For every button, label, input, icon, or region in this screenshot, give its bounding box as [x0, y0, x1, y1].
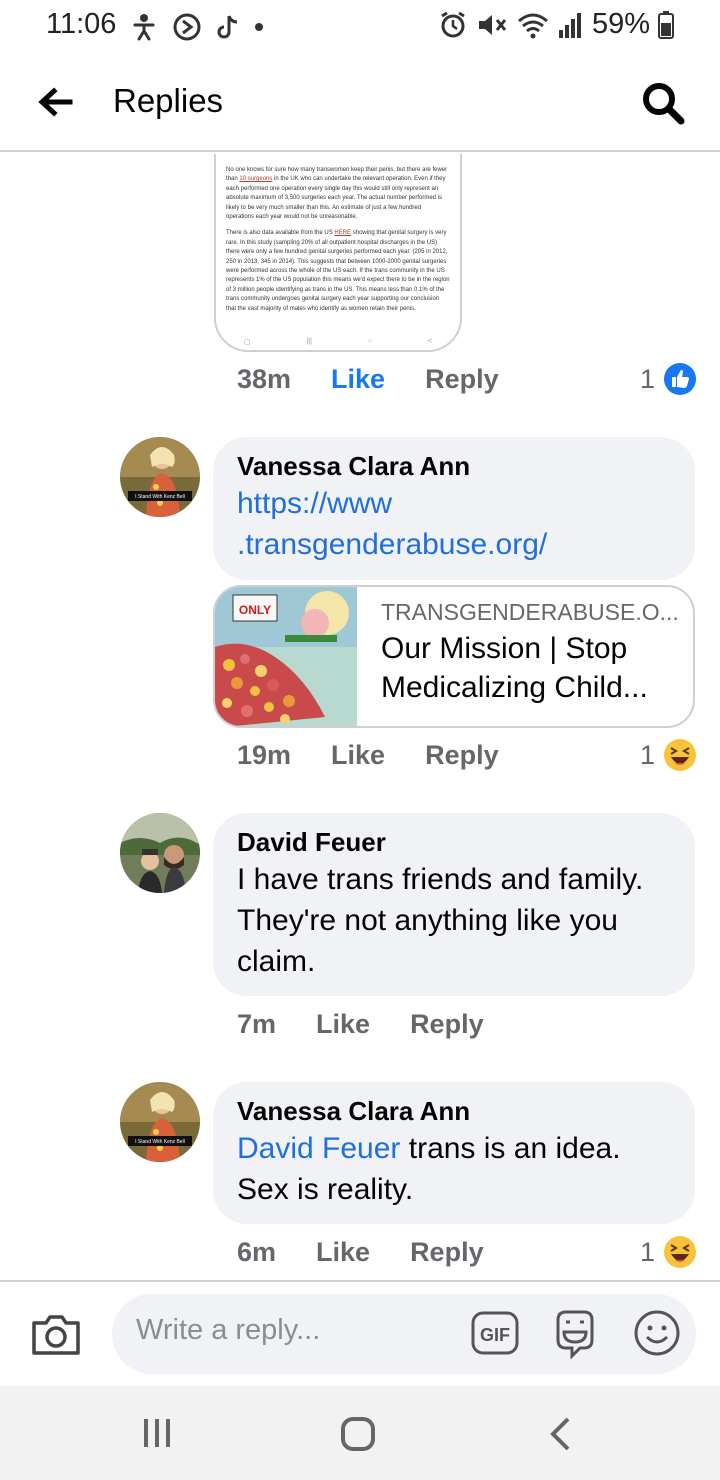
link-preview-card[interactable]: ONLY TRANSGENDERABUSE.O... Our Mission |…: [213, 585, 695, 728]
like-reaction-icon: [664, 363, 697, 395]
reply-composer: Write a reply... GIF: [0, 1280, 720, 1386]
comment-bubble[interactable]: David Feuer I have trans friends and fam…: [213, 813, 695, 996]
image-nav-square-icon: ▢: [243, 339, 251, 346]
comment-bubble[interactable]: Vanessa Clara Ann David Feuer trans is a…: [213, 1082, 695, 1224]
avatar[interactable]: I Stand With Kenz Bell: [120, 1082, 200, 1162]
svg-text:I Stand With Kenz Bell: I Stand With Kenz Bell: [135, 494, 185, 500]
chevron-left-icon: [550, 1417, 570, 1451]
mention-link[interactable]: David Feuer: [237, 1132, 400, 1165]
home-icon: [341, 1417, 375, 1451]
system-nav-bar: [0, 1386, 720, 1480]
avatar-image: I Stand With Kenz Bell: [120, 437, 200, 517]
comment-time: 6m: [237, 1237, 277, 1267]
sticker-icon: [556, 1310, 594, 1360]
avatar[interactable]: I Stand With Kenz Bell: [120, 437, 200, 517]
like-button[interactable]: Like: [316, 1237, 370, 1268]
comment-text-line-1: David Feuer trans is an idea.: [237, 1132, 621, 1165]
attached-image[interactable]: No one knows for sure how many transwome…: [214, 154, 462, 352]
emoji-icon: [634, 1310, 680, 1356]
reply-input-placeholder: Write a reply...: [136, 1314, 321, 1346]
home-button[interactable]: [340, 1416, 376, 1452]
replies-list[interactable]: No one knows for sure how many transwome…: [0, 154, 720, 1280]
sticker-button[interactable]: [550, 1308, 600, 1360]
camera-icon: [32, 1315, 80, 1355]
alarm-icon: [438, 10, 468, 40]
comment-text-line-1: I have trans friends and family.: [237, 863, 644, 896]
comment-text-line-3: claim.: [237, 945, 316, 978]
reaction-count: 1: [640, 1236, 656, 1267]
signal-icon: [558, 10, 584, 40]
comment-link-line-2[interactable]: .transgenderabuse.org/: [237, 524, 671, 565]
reply-input[interactable]: Write a reply... GIF: [112, 1294, 696, 1374]
reply-button[interactable]: Reply: [410, 1009, 484, 1040]
recent-apps-button[interactable]: [140, 1416, 174, 1450]
link-preview-domain: TRANSGENDERABUSE.O...: [381, 599, 679, 625]
reaction-count: 1: [640, 363, 656, 394]
svg-text:I Stand With Kenz Bell: I Stand With Kenz Bell: [135, 1139, 185, 1145]
gif-icon: GIF: [471, 1311, 519, 1355]
avatar[interactable]: [120, 813, 200, 893]
status-time: 11:06: [46, 8, 117, 40]
comment-bubble[interactable]: Vanessa Clara Ann https://www .transgend…: [213, 437, 695, 580]
image-nav-back-icon: <: [427, 338, 433, 345]
avatar-image: [120, 813, 200, 893]
image-paragraph-1: No one knows for sure how many transwome…: [226, 167, 448, 221]
wifi-icon: [516, 10, 550, 40]
system-back-button[interactable]: [548, 1416, 572, 1452]
reaction-summary[interactable]: 1: [640, 738, 697, 772]
reaction-summary[interactable]: 1: [640, 362, 697, 396]
reply-button[interactable]: Reply: [425, 364, 499, 395]
dot-icon: [254, 22, 264, 32]
reaction-summary[interactable]: 1: [640, 1235, 697, 1269]
comment-time: 19m: [237, 740, 292, 770]
recent-apps-icon: [144, 1419, 170, 1447]
comment-author[interactable]: Vanessa Clara Ann: [237, 449, 671, 483]
svg-text:GIF: GIF: [480, 1325, 510, 1345]
assistant-icon: [172, 12, 202, 42]
comment-actions: 7m Like Reply: [237, 1009, 484, 1040]
like-button[interactable]: Like: [331, 740, 385, 771]
reply-button[interactable]: Reply: [410, 1237, 484, 1268]
link-preview-image: ONLY: [215, 587, 357, 726]
comment-actions: 19m Like Reply: [237, 740, 499, 771]
accessibility-icon: [130, 13, 158, 41]
haha-reaction-icon: [664, 1236, 697, 1268]
comment-text-line-2: Sex is reality.: [237, 1173, 414, 1206]
comment-author[interactable]: David Feuer: [237, 825, 671, 859]
search-icon: [643, 83, 685, 125]
comment-time: 38m: [237, 364, 292, 394]
haha-reaction-icon: [664, 739, 697, 771]
comment-text-line-2: They're not anything like you: [237, 904, 618, 937]
link-preview-title: Our Mission | Stop Medicalizing Child...: [381, 632, 648, 704]
comment-time: 7m: [237, 1009, 277, 1039]
back-arrow-icon: [38, 87, 73, 117]
battery-percent: 59%: [591, 8, 650, 40]
like-button[interactable]: Like: [316, 1009, 370, 1040]
tiktok-icon: [216, 13, 240, 41]
camera-button[interactable]: [30, 1309, 82, 1359]
reply-button[interactable]: Reply: [425, 740, 499, 771]
emoji-button[interactable]: [632, 1308, 682, 1358]
comment-author[interactable]: Vanessa Clara Ann: [237, 1094, 671, 1128]
image-nav-home-icon: ○: [367, 338, 373, 345]
comment-actions: 6m Like Reply: [237, 1237, 484, 1268]
like-button[interactable]: Like: [331, 364, 385, 395]
image-nav-bar: ▢ ||| ○ <: [216, 338, 460, 346]
image-paragraph-2: There is also data available from the US…: [226, 230, 450, 312]
app-header: Replies: [0, 52, 720, 152]
page-title: Replies: [113, 82, 224, 119]
avatar-image: I Stand With Kenz Bell: [120, 1082, 200, 1162]
search-button[interactable]: [640, 80, 686, 126]
comment-actions: 38m Like Reply: [237, 364, 499, 395]
comment-link-line-1[interactable]: https://www: [237, 483, 671, 524]
reaction-count: 1: [640, 739, 656, 770]
gif-button[interactable]: GIF: [470, 1310, 520, 1356]
back-button[interactable]: [36, 82, 76, 122]
svg-text:ONLY: ONLY: [239, 603, 271, 617]
mute-icon: [476, 10, 508, 40]
battery-icon: [658, 10, 674, 39]
status-bar: 11:06 59%: [0, 0, 720, 52]
image-nav-recent-icon: |||: [306, 338, 312, 345]
